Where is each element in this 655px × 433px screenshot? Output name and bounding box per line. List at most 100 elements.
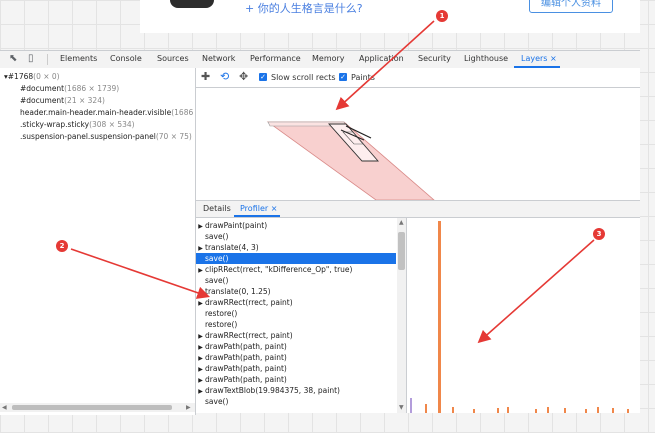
tab-performance[interactable]: Performance xyxy=(250,54,301,63)
timing-bar[interactable] xyxy=(547,407,549,413)
layers-toolbar: ✚ ⟲ ✥ ✓ Slow scroll rects ✓ Paints xyxy=(196,68,640,88)
profiler-command-text: save() xyxy=(205,397,229,406)
timing-bar[interactable] xyxy=(612,408,614,413)
tree-item-name: .sticky-wrap.sticky xyxy=(20,120,90,129)
profiler-command-text: drawPath(path, paint) xyxy=(205,375,287,384)
motto-link[interactable]: + 你的人生格言是什么? xyxy=(245,0,363,16)
profiler-command-row[interactable]: ▶ drawPath(path, paint) xyxy=(196,341,396,352)
profiler-command-row[interactable]: ▶ drawPath(path, paint) xyxy=(196,363,396,374)
profiler-command-row[interactable]: ▶ drawRRect(rrect, paint) xyxy=(196,330,396,341)
slow-scroll-label: Slow scroll rects xyxy=(271,73,336,82)
scrollbar-thumb[interactable] xyxy=(398,232,405,270)
tab-application[interactable]: Application xyxy=(359,54,404,63)
tab-memory[interactable]: Memory xyxy=(312,54,345,63)
tab-console[interactable]: Console xyxy=(110,54,142,63)
profiler-command-text: save() xyxy=(205,276,229,285)
tree-item[interactable]: header.main-header.main-header.visible(1… xyxy=(20,108,202,117)
profiler-command-text: drawRRect(rrect, paint) xyxy=(205,331,293,340)
profiler-command-row[interactable]: translate(0, 1.25) xyxy=(196,286,396,297)
timing-bar-tall[interactable] xyxy=(438,221,441,413)
timing-bar[interactable] xyxy=(585,409,587,413)
move-icon[interactable]: ✚ xyxy=(201,71,210,82)
tab-profiler[interactable]: Profiler × xyxy=(240,204,277,213)
profiler-command-row[interactable]: save() xyxy=(196,231,396,242)
profiler-command-row[interactable]: restore() xyxy=(196,319,396,330)
scrollbar-thumb[interactable] xyxy=(12,405,172,410)
profiler-command-row[interactable]: ▶ drawPath(path, paint) xyxy=(196,374,396,385)
tab-layers-label: Layers xyxy=(521,54,548,63)
scroll-up-icon[interactable]: ▲ xyxy=(399,219,404,226)
profiler-command-text: save() xyxy=(205,232,229,241)
tab-lighthouse[interactable]: Lighthouse xyxy=(464,54,508,63)
devtools-tabbar: ⬉ ▯ Elements Console Sources Network Per… xyxy=(0,50,640,69)
layers-3d-viewport[interactable] xyxy=(196,88,640,200)
profiler-command-text: drawRRect(rrect, paint) xyxy=(205,298,293,307)
tab-details[interactable]: Details xyxy=(203,204,231,213)
scroll-left-icon[interactable]: ◀ xyxy=(2,404,7,411)
profiler-command-row[interactable]: save() xyxy=(196,253,396,264)
timing-bar[interactable] xyxy=(452,407,454,413)
profiler-command-row[interactable]: ▶ drawPaint(paint) xyxy=(196,220,396,231)
tree-item-size: (1686 × 1739) xyxy=(64,84,120,93)
tree-item-size: (70 × 75) xyxy=(155,132,192,141)
avatar[interactable] xyxy=(170,0,214,8)
profiler-command-text: translate(0, 1.25) xyxy=(205,287,271,296)
profiler-command-row[interactable]: ▶ drawTextBlob(19.984375, 38, paint) xyxy=(196,385,396,396)
timing-bar[interactable] xyxy=(535,409,537,413)
rotate-icon[interactable]: ⟲ xyxy=(220,71,229,82)
tree-item-name: .suspension-panel.suspension-panel xyxy=(20,132,156,141)
profiler-command-text: drawPath(path, paint) xyxy=(205,364,287,373)
device-toolbar-icon[interactable]: ▯ xyxy=(28,54,38,64)
timing-bar[interactable] xyxy=(497,408,499,413)
timing-bar[interactable] xyxy=(627,409,629,413)
profiler-command-row[interactable]: save() xyxy=(196,275,396,286)
edit-profile-button[interactable]: 编辑个人资料 xyxy=(529,0,613,13)
tree-item-name: header.main-header.main-header.visible xyxy=(20,108,172,117)
close-icon[interactable]: × xyxy=(550,54,557,63)
annotation-marker-1: 1 xyxy=(436,10,448,22)
profiler-command-row[interactable]: ▶ translate(4, 3) xyxy=(196,242,396,253)
profiler-command-row[interactable]: ▶ drawPath(path, paint) xyxy=(196,352,396,363)
tree-item[interactable]: #document(1686 × 1739) xyxy=(20,84,119,93)
tab-security[interactable]: Security xyxy=(418,54,451,63)
slow-scroll-checkbox[interactable]: ✓ xyxy=(259,73,267,81)
timing-bar[interactable] xyxy=(425,404,427,413)
tab-layers[interactable]: Layers × xyxy=(521,54,557,63)
paint-timing-chart xyxy=(407,218,640,413)
profiler-command-text: drawPath(path, paint) xyxy=(205,342,287,351)
tree-item-name: #document xyxy=(20,96,65,105)
profiler-command-row[interactable]: ▶ drawRRect(rrect, paint) xyxy=(196,297,396,308)
profiler-command-row[interactable]: save() xyxy=(196,396,396,407)
profiler-command-text: restore() xyxy=(205,309,238,318)
profiler-command-row[interactable]: restore() xyxy=(196,308,396,319)
tree-item[interactable]: .sticky-wrap.sticky(308 × 534) xyxy=(20,120,135,129)
layers-tree-panel: ▾#1768(0 × 0) #document(1686 × 1739) #do… xyxy=(0,68,202,415)
timing-bar[interactable] xyxy=(597,407,599,413)
inspect-element-icon[interactable]: ⬉ xyxy=(9,54,19,64)
tab-sources[interactable]: Sources xyxy=(157,54,189,63)
timing-bar[interactable] xyxy=(507,407,509,413)
layers-3d-scene xyxy=(266,121,435,200)
timing-bar[interactable] xyxy=(410,398,412,413)
profiler-command-text: drawPaint(paint) xyxy=(205,221,268,230)
tree-item[interactable]: #document(21 × 324) xyxy=(20,96,105,105)
tree-item[interactable]: .suspension-panel.suspension-panel(70 × … xyxy=(20,132,192,141)
scroll-down-icon[interactable]: ▼ xyxy=(399,404,404,411)
tree-item-root[interactable]: ▾#1768(0 × 0) xyxy=(4,72,60,81)
tab-network[interactable]: Network xyxy=(202,54,235,63)
vertical-scrollbar[interactable]: ▲ ▼ xyxy=(397,218,406,413)
timing-bar[interactable] xyxy=(564,408,566,413)
tree-item-size: (0 × 0) xyxy=(33,72,60,81)
horizontal-scrollbar[interactable]: ◀ ▶ xyxy=(0,403,195,412)
paints-checkbox[interactable]: ✓ xyxy=(339,73,347,81)
pan-icon[interactable]: ✥ xyxy=(239,71,248,82)
profiler-command-text: save() xyxy=(205,254,229,263)
active-subtab-indicator xyxy=(234,215,280,217)
timing-bar[interactable] xyxy=(473,409,475,413)
tree-item-name: #document xyxy=(20,84,65,93)
tree-item-name: #1768 xyxy=(7,72,34,81)
scroll-right-icon[interactable]: ▶ xyxy=(186,404,191,411)
profiler-command-row[interactable]: ▶ clipRRect(rrect, "kDifference_Op", true… xyxy=(196,264,396,275)
tab-elements[interactable]: Elements xyxy=(60,54,97,63)
close-icon[interactable]: × xyxy=(271,204,278,213)
